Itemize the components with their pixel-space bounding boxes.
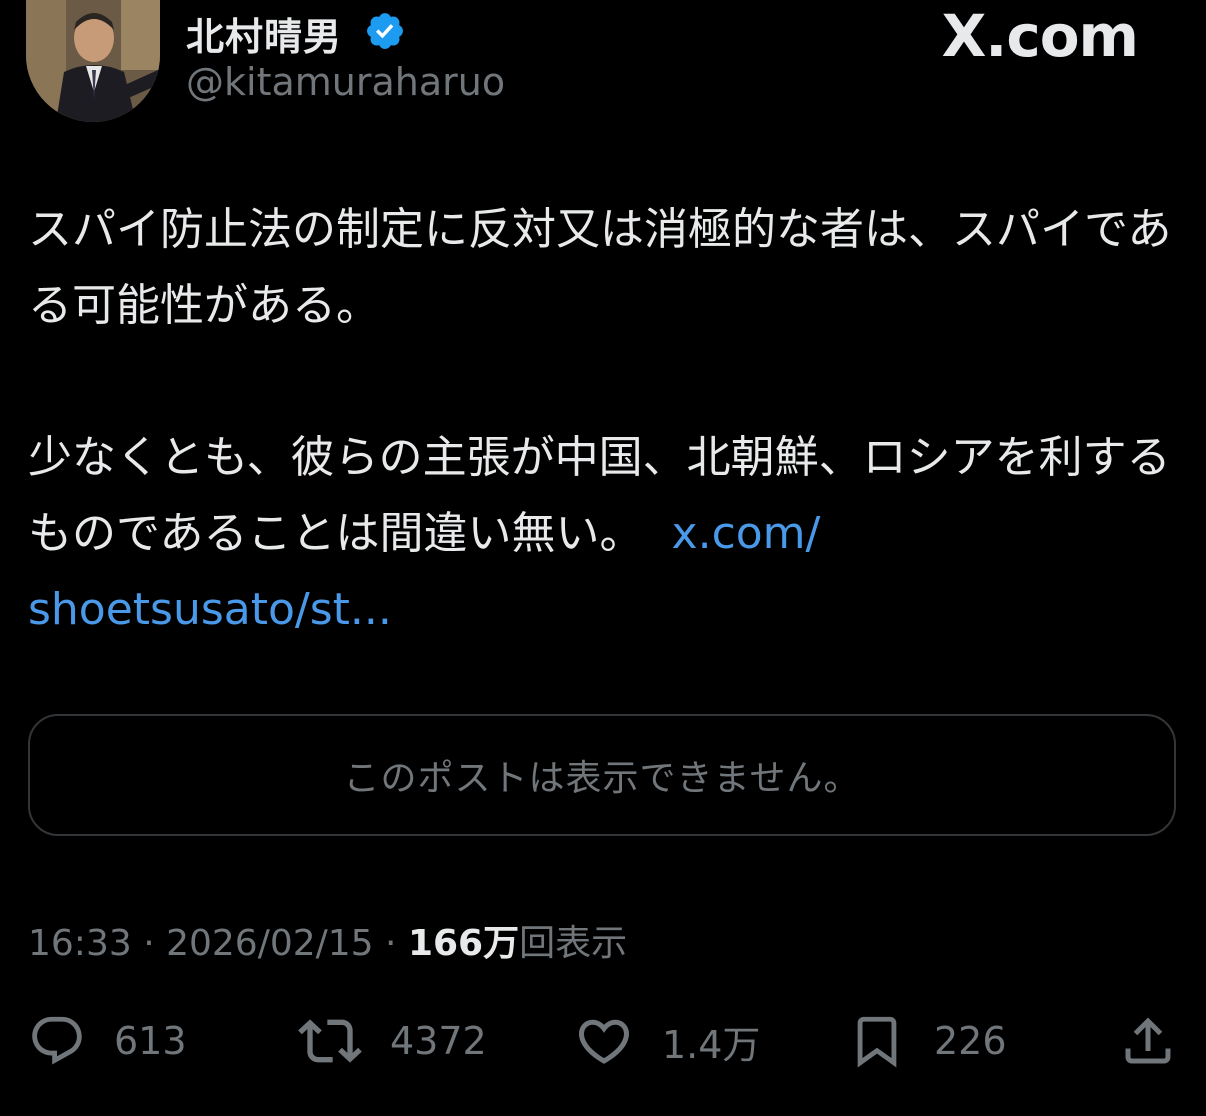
handle[interactable]: @kitamuraharuo bbox=[186, 60, 505, 104]
quoted-post-unavailable-message: このポストは表示できません。 bbox=[343, 758, 861, 799]
tweet-paragraph-2-text: 少なくとも、彼らの主張が中国、北朝鮮、ロシアを利するものであることは間違い無い。 bbox=[28, 432, 1171, 559]
bookmark-count: 226 bbox=[934, 1019, 1007, 1063]
verified-badge-icon bbox=[367, 13, 403, 49]
brand-watermark: X.com bbox=[941, 2, 1139, 70]
reply-icon bbox=[32, 1016, 82, 1065]
display-name[interactable]: 北村晴男 bbox=[186, 6, 342, 61]
quoted-post-card[interactable]: このポストは表示できません。 bbox=[28, 714, 1176, 836]
action-bar: 613 4372 1.4万 226 bbox=[0, 1008, 1206, 1074]
repost-count: 4372 bbox=[390, 1019, 487, 1063]
like-icon bbox=[578, 1019, 630, 1064]
post-date[interactable]: 2026/02/15 bbox=[166, 923, 374, 964]
bookmark-button[interactable]: 226 bbox=[848, 1008, 1007, 1074]
views-count: 166万 bbox=[407, 923, 520, 964]
meta-separator-2: · bbox=[373, 923, 408, 964]
share-icon bbox=[1125, 1017, 1171, 1064]
tweet-link-part-2: shoetsusato/st... bbox=[28, 584, 392, 635]
avatar[interactable] bbox=[26, 0, 160, 122]
tweet-text: スパイ防止法の制定に反対又は消極的な者は、スパイである可能性がある。 少なくとも… bbox=[28, 192, 1178, 648]
like-button[interactable]: 1.4万 bbox=[574, 1008, 760, 1074]
repost-button[interactable]: 4372 bbox=[298, 1008, 487, 1074]
meta-separator-1: · bbox=[131, 923, 167, 964]
share-button[interactable] bbox=[1118, 1008, 1178, 1074]
bookmark-icon bbox=[857, 1016, 897, 1068]
repost-icon bbox=[298, 1019, 362, 1063]
like-count: 1.4万 bbox=[662, 1022, 761, 1067]
reply-count: 613 bbox=[114, 1019, 187, 1063]
reply-button[interactable]: 613 bbox=[28, 1008, 187, 1074]
post-time[interactable]: 16:33 bbox=[28, 923, 132, 964]
tweet-paragraph-2: 少なくとも、彼らの主張が中国、北朝鮮、ロシアを利するものであることは間違い無い。… bbox=[28, 420, 1178, 648]
post-meta: 16:33 · 2026/02/15 · 166万回表示 bbox=[28, 914, 627, 966]
tweet-link-part-1: x.com/ bbox=[671, 508, 821, 559]
views-label: 回表示 bbox=[519, 923, 628, 964]
tweet-paragraph-1: スパイ防止法の制定に反対又は消極的な者は、スパイである可能性がある。 bbox=[28, 204, 1172, 331]
